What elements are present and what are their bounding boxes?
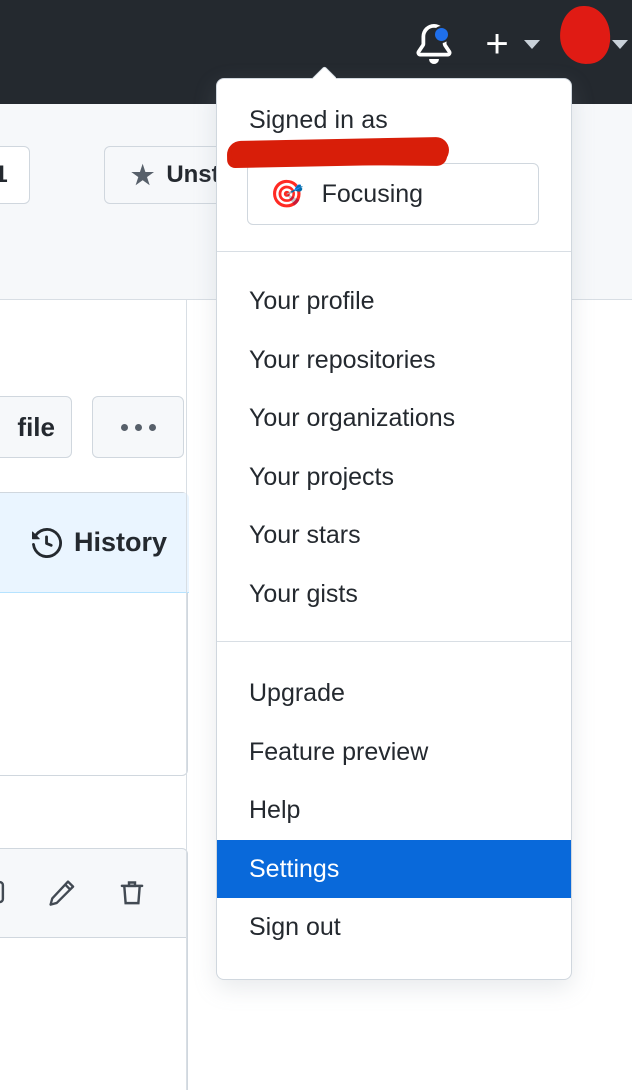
chevron-down-icon[interactable] xyxy=(524,39,540,49)
file-action-toolbar xyxy=(0,848,188,938)
user-dropdown-menu: Signed in as 🎯 Focusing Your profile You… xyxy=(216,78,572,980)
menu-item-your-profile[interactable]: Your profile xyxy=(217,272,571,331)
file-content-card: History xyxy=(0,492,189,776)
menu-item-your-gists[interactable]: Your gists xyxy=(217,565,571,624)
menu-item-upgrade[interactable]: Upgrade xyxy=(217,664,571,723)
history-label: History xyxy=(73,527,167,557)
menu-item-your-projects[interactable]: Your projects xyxy=(217,448,571,507)
history-clock-icon xyxy=(31,527,62,558)
menu-item-sign-out[interactable]: Sign out xyxy=(217,898,571,957)
menu-item-feature-preview[interactable]: Feature preview xyxy=(217,723,571,782)
kebab-dot-icon xyxy=(148,423,156,431)
signed-in-label: Signed in as xyxy=(249,106,388,134)
menu-item-your-stars[interactable]: Your stars xyxy=(217,506,571,565)
file-content-body xyxy=(0,938,188,1090)
status-label: Focusing xyxy=(321,179,424,208)
header-actions: + xyxy=(410,4,628,70)
notification-indicator-icon xyxy=(433,26,450,43)
notifications-button[interactable] xyxy=(410,20,458,68)
layout-divider xyxy=(186,300,187,1090)
avatar xyxy=(558,4,612,66)
kebab-dot-icon xyxy=(134,423,142,431)
menu-item-your-organizations[interactable]: Your organizations xyxy=(217,389,571,448)
menu-item-your-repositories[interactable]: Your repositories xyxy=(217,331,571,390)
set-status-button[interactable]: 🎯 Focusing xyxy=(247,163,539,226)
signed-in-section: Signed in as xyxy=(217,79,571,169)
chevron-down-icon xyxy=(612,40,628,49)
direct-hit-emoji-icon: 🎯 xyxy=(270,178,304,209)
trash-icon[interactable] xyxy=(117,878,147,908)
menu-group-account: Your profile Your repositories Your orga… xyxy=(217,252,571,641)
menu-group-global: Upgrade Feature preview Help Settings Si… xyxy=(217,642,571,979)
plus-icon: + xyxy=(485,22,509,66)
menu-item-settings[interactable]: Settings xyxy=(217,839,571,899)
username-redaction-mark xyxy=(226,136,450,169)
user-avatar-button[interactable] xyxy=(558,4,628,68)
menu-item-help[interactable]: Help xyxy=(217,781,571,840)
add-file-button[interactable]: file xyxy=(0,396,72,458)
status-section: 🎯 Focusing xyxy=(217,163,571,251)
pencil-icon[interactable] xyxy=(47,878,77,908)
copy-icon[interactable] xyxy=(0,878,7,908)
create-new-button[interactable]: + xyxy=(476,20,518,68)
dropdown-caret-icon xyxy=(312,66,336,79)
watch-count[interactable]: 1 xyxy=(0,146,30,204)
kebab-dot-icon xyxy=(120,423,128,431)
history-button[interactable]: History xyxy=(0,493,189,593)
star-icon: ★ xyxy=(131,160,155,190)
app-root: 1 ★ Unstar file History + Signed in as 🎯… xyxy=(0,0,632,1090)
more-options-button[interactable] xyxy=(92,396,184,458)
